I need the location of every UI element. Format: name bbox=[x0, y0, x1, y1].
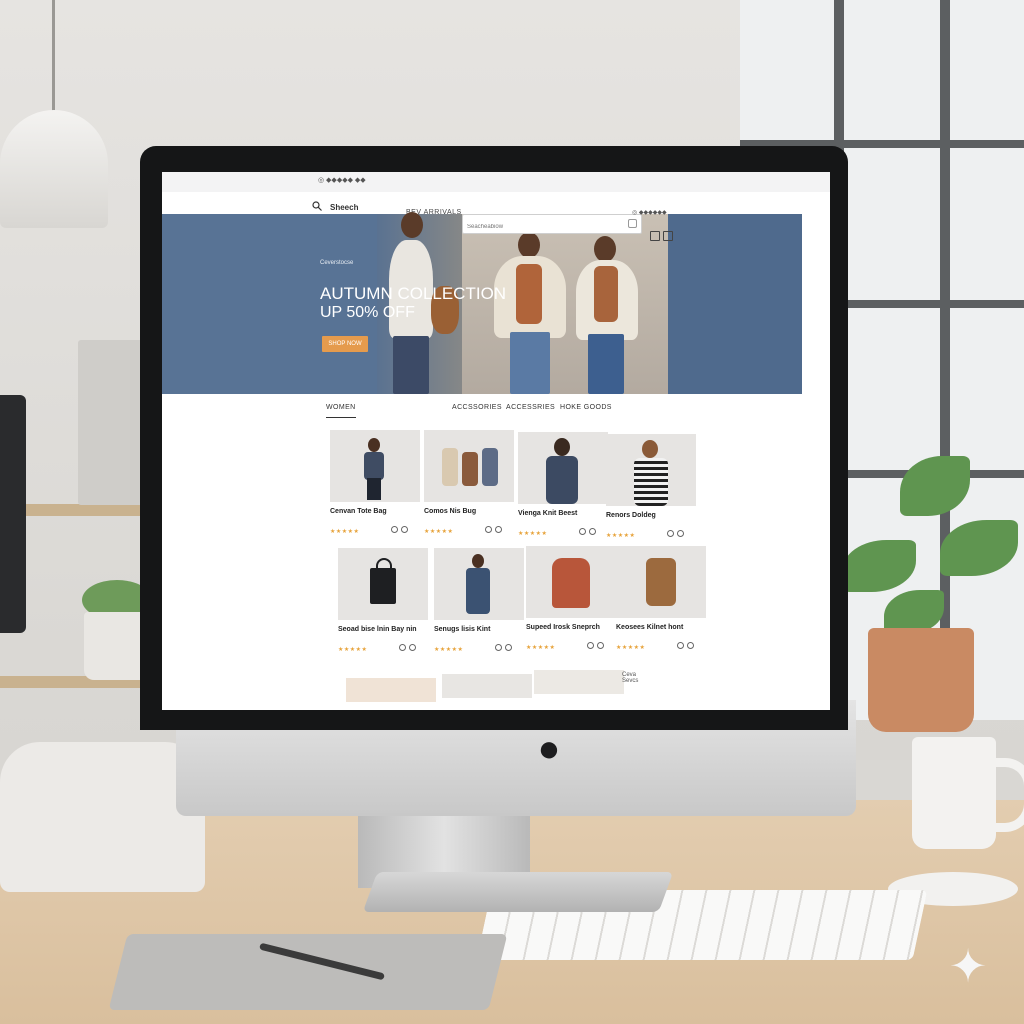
product-image[interactable] bbox=[424, 430, 514, 502]
product-image[interactable] bbox=[338, 548, 428, 620]
tab-accessories-2[interactable]: ACCESSRIES bbox=[506, 404, 555, 411]
product-name[interactable]: Keosees Kilnet hont bbox=[616, 624, 708, 631]
add-to-cart-icon[interactable] bbox=[495, 526, 502, 533]
wishlist-icon[interactable] bbox=[667, 530, 674, 537]
add-to-cart-icon[interactable] bbox=[597, 642, 604, 649]
wishlist-icon[interactable] bbox=[399, 644, 406, 651]
account-text[interactable]: ◎ ◆◆◆◆◆◆ bbox=[632, 209, 667, 216]
add-to-cart-icon[interactable] bbox=[505, 644, 512, 651]
product-rating: ★★★★★ bbox=[434, 647, 464, 653]
search-field[interactable] bbox=[462, 214, 642, 235]
add-to-cart-icon[interactable] bbox=[687, 642, 694, 649]
hero-discount: UP 50% OFF bbox=[320, 304, 415, 321]
monitor-stand-foot bbox=[362, 872, 674, 912]
product-name[interactable]: Comos Nis Bug bbox=[424, 508, 516, 515]
browser-screen: ◎ ◆◆◆◆◆ ◆◆ Sheech BEV ARRIVALS Ceverstoc… bbox=[162, 172, 830, 710]
product-card[interactable]: Cenvan Tote Bag ★★★★★ bbox=[330, 430, 422, 535]
product-card[interactable]: Senugs lisis Kint ★★★★★ bbox=[434, 548, 526, 653]
product-rating: ★★★★★ bbox=[616, 645, 646, 651]
product-card[interactable]: Supeed Irosk Sneprch ★★★★★ bbox=[526, 546, 618, 651]
cart-icon[interactable] bbox=[663, 231, 673, 241]
product-card-partial[interactable] bbox=[534, 670, 626, 694]
wishlist-icon[interactable] bbox=[587, 642, 594, 649]
pendant-lamp bbox=[0, 110, 108, 228]
product-rating: ★★★★★ bbox=[518, 531, 548, 537]
hero-photo-right bbox=[462, 214, 668, 394]
apple-logo-icon: ● bbox=[537, 728, 561, 770]
product-card-partial[interactable] bbox=[346, 678, 438, 702]
header-icons bbox=[650, 228, 676, 246]
partial-row-label: Ceva Sevcs bbox=[622, 672, 639, 684]
product-image[interactable] bbox=[346, 678, 436, 702]
product-image[interactable] bbox=[518, 432, 608, 504]
search-icon[interactable] bbox=[312, 201, 322, 211]
add-to-cart-icon[interactable] bbox=[677, 530, 684, 537]
product-card[interactable]: Renors Doldeg ★★★★★ bbox=[606, 434, 698, 539]
tab-women[interactable]: WOMEN bbox=[326, 404, 356, 418]
product-card[interactable]: Seoad bise lnin Bay nin ★★★★★ bbox=[338, 548, 430, 653]
tab-accessories[interactable]: ACCSSORIES bbox=[452, 404, 502, 411]
product-rating: ★★★★★ bbox=[424, 529, 454, 535]
search-clear-icon[interactable] bbox=[628, 219, 637, 228]
product-rating: ★★★★★ bbox=[606, 533, 636, 539]
product-image[interactable] bbox=[330, 430, 420, 502]
add-to-cart-icon[interactable] bbox=[589, 528, 596, 535]
hero-title: AUTUMN COLLECTION bbox=[320, 284, 507, 303]
lamp-cord bbox=[52, 0, 55, 115]
product-card[interactable]: Keosees Kilnet hont ★★★★★ bbox=[616, 546, 708, 651]
product-image[interactable] bbox=[616, 546, 706, 618]
product-image[interactable] bbox=[534, 670, 624, 694]
product-name[interactable]: Vienga Knit Beest bbox=[518, 510, 610, 517]
hero-eyebrow: Ceverstocse bbox=[320, 260, 354, 266]
wishlist-icon[interactable] bbox=[677, 642, 684, 649]
wishlist-icon[interactable] bbox=[495, 644, 502, 651]
shop-now-button[interactable]: SHOP NOW bbox=[322, 336, 368, 352]
background-monitor bbox=[0, 395, 26, 633]
coffee-mug bbox=[912, 737, 996, 849]
wishlist-icon[interactable] bbox=[579, 528, 586, 535]
wishlist-icon[interactable] bbox=[391, 526, 398, 533]
product-name[interactable]: Supeed Irosk Sneprch bbox=[526, 624, 618, 631]
search-label[interactable]: Sheech bbox=[330, 203, 358, 212]
product-image[interactable] bbox=[526, 546, 616, 618]
product-image[interactable] bbox=[442, 674, 532, 698]
hero-banner: Ceverstocse AUTUMN COLLECTION UP 50% OFF… bbox=[162, 212, 802, 394]
wishlist-icon[interactable] bbox=[485, 526, 492, 533]
product-name[interactable]: Renors Doldeg bbox=[606, 512, 698, 519]
product-rating: ★★★★★ bbox=[330, 529, 360, 535]
plant-pot bbox=[868, 628, 974, 732]
add-to-cart-icon[interactable] bbox=[401, 526, 408, 533]
product-image[interactable] bbox=[606, 434, 696, 506]
sparkle-icon: ✦ bbox=[948, 940, 988, 992]
product-name[interactable]: Senugs lisis Kint bbox=[434, 626, 526, 633]
product-card[interactable]: Comos Nis Bug ★★★★★ bbox=[424, 430, 516, 535]
category-tabs: WOMEN ACCSSORIES ACCESSRIES HOKE GOODS bbox=[162, 400, 830, 422]
top-strip-text: ◎ ◆◆◆◆◆ ◆◆ bbox=[318, 177, 366, 184]
search-input[interactable] bbox=[463, 219, 631, 235]
notebook bbox=[108, 934, 508, 1010]
hero-side-panel bbox=[668, 214, 802, 394]
product-card[interactable]: Vienga Knit Beest ★★★★★ bbox=[518, 432, 610, 537]
bag-icon[interactable] bbox=[650, 231, 660, 241]
product-rating: ★★★★★ bbox=[338, 647, 368, 653]
white-chair bbox=[0, 742, 205, 892]
browser-top-strip: ◎ ◆◆◆◆◆ ◆◆ bbox=[162, 172, 830, 192]
product-name[interactable]: Seoad bise lnin Bay nin bbox=[338, 626, 430, 633]
product-card-partial[interactable] bbox=[442, 674, 534, 698]
tab-home-goods[interactable]: HOKE GOODS bbox=[560, 404, 612, 411]
product-name[interactable]: Cenvan Tote Bag bbox=[330, 508, 422, 515]
add-to-cart-icon[interactable] bbox=[409, 644, 416, 651]
product-rating: ★★★★★ bbox=[526, 645, 556, 651]
product-image[interactable] bbox=[434, 548, 524, 620]
